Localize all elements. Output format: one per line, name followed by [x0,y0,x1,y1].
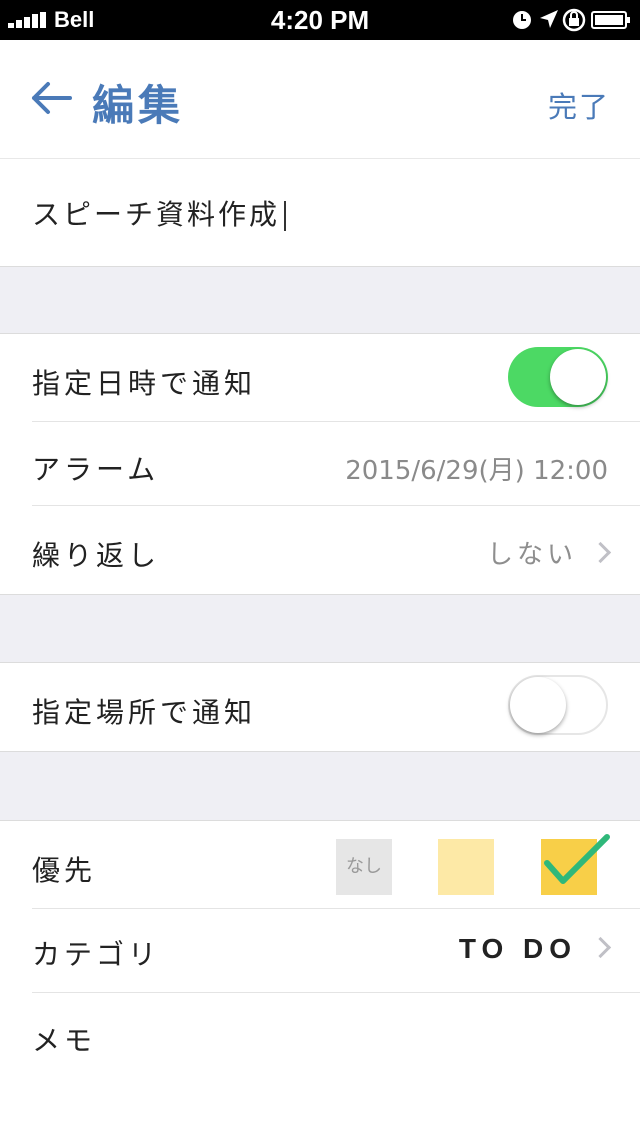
priority-medium-option[interactable] [438,839,494,895]
category-row[interactable]: カテゴリ TO DO [0,909,640,993]
alarm-value: 2015/6/29(月) 12:00 [345,456,608,486]
chevron-right-icon [589,541,612,564]
alarm-label: アラーム [32,453,160,486]
priority-label: 優先 [32,854,97,887]
memo-label: メモ [32,1024,97,1057]
arrow-left-icon [32,82,72,114]
category-label: カテゴリ [32,938,161,971]
clock-icon [513,11,531,29]
repeat-row[interactable]: 繰り返し しない [0,506,640,594]
repeat-value-wrap: しない [486,534,612,571]
section-gap [0,751,640,821]
priority-high-option[interactable] [541,834,610,895]
category-value: TO DO [458,933,577,964]
back-button[interactable] [30,80,72,116]
priority-none-option[interactable]: なし [336,839,392,895]
task-title-field[interactable]: スピーチ資料作成 [0,159,640,266]
text-cursor [284,201,287,231]
memo-row[interactable]: メモ [0,993,640,1136]
status-bar: Bell 4:20 PM [0,0,640,40]
priority-row: 優先 なし [0,821,640,909]
rotation-lock-icon [562,8,586,32]
page-title: 編集 [92,81,185,130]
toggle-knob [550,349,606,405]
category-value-wrap: TO DO [458,933,612,965]
status-icons [512,6,632,34]
place-notify-row: 指定場所で通知 [0,663,640,751]
nav-bar: 編集 完了 [0,40,640,159]
time-notify-label: 指定日時で通知 [32,367,257,400]
place-notify-toggle[interactable] [508,675,608,735]
toggle-knob [510,677,566,733]
section-gap [0,266,640,334]
location-arrow-icon [540,10,558,28]
repeat-value: しない [486,540,577,570]
task-title-input[interactable]: スピーチ資料作成 [32,198,280,231]
section-gap [0,594,640,663]
battery-icon [591,11,630,29]
done-button[interactable]: 完了 [548,84,610,126]
repeat-label: 繰り返し [32,539,161,572]
alarm-row[interactable]: アラーム 2015/6/29(月) 12:00 [0,422,640,506]
task-title-wrap: スピーチ資料作成 [32,193,287,233]
time-notify-row: 指定日時で通知 [0,334,640,422]
chevron-right-icon [589,936,612,959]
place-notify-label: 指定場所で通知 [32,696,257,729]
checkmark-icon [544,834,610,884]
time-notify-toggle[interactable] [508,347,608,407]
